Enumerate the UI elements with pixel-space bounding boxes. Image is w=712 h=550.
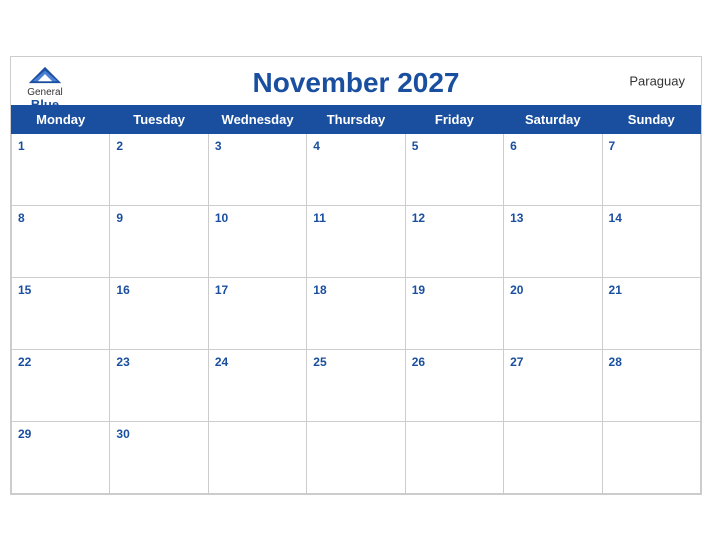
day-number-12: 12	[412, 211, 425, 225]
calendar-container: General Blue November 2027 Paraguay Mond…	[10, 56, 702, 495]
day-number-7: 7	[609, 139, 616, 153]
day-cell-10: 10	[208, 205, 306, 277]
week-row-2: 8 9 10 11 12 13 14	[12, 205, 701, 277]
day-cell-28: 28	[602, 349, 700, 421]
day-number-26: 26	[412, 355, 425, 369]
calendar-table: MondayTuesdayWednesdayThursdayFridaySatu…	[11, 105, 701, 494]
day-number-16: 16	[116, 283, 129, 297]
week-row-4: 22 23 24 25 26 27 28	[12, 349, 701, 421]
day-number-15: 15	[18, 283, 31, 297]
week-row-5: 29 30	[12, 421, 701, 493]
day-cell-19: 19	[405, 277, 503, 349]
weekday-tuesday: Tuesday	[110, 105, 208, 133]
logo-general: General	[27, 87, 63, 98]
day-number-19: 19	[412, 283, 425, 297]
day-number-21: 21	[609, 283, 622, 297]
day-number-28: 28	[609, 355, 622, 369]
day-number-11: 11	[313, 211, 326, 225]
weekday-wednesday: Wednesday	[208, 105, 306, 133]
day-cell-9: 9	[110, 205, 208, 277]
day-number-2: 2	[116, 139, 123, 153]
logo-blue: Blue	[31, 98, 59, 112]
day-cell-18: 18	[307, 277, 405, 349]
weekday-saturday: Saturday	[504, 105, 602, 133]
day-number-3: 3	[215, 139, 222, 153]
day-cell-12: 12	[405, 205, 503, 277]
day-cell-20: 20	[504, 277, 602, 349]
day-cell-5: 5	[405, 133, 503, 205]
day-number-22: 22	[18, 355, 31, 369]
day-number-23: 23	[116, 355, 129, 369]
day-number-18: 18	[313, 283, 326, 297]
logo-icon	[27, 65, 63, 85]
month-title: November 2027	[252, 67, 459, 99]
day-number-27: 27	[510, 355, 523, 369]
week-row-1: 1 2 3 4 5 6 7	[12, 133, 701, 205]
day-cell-2: 2	[110, 133, 208, 205]
day-number-25: 25	[313, 355, 326, 369]
week-row-3: 15 16 17 18 19 20 21	[12, 277, 701, 349]
day-cell-4: 4	[307, 133, 405, 205]
day-number-5: 5	[412, 139, 419, 153]
weekday-sunday: Sunday	[602, 105, 700, 133]
day-cell-8: 8	[12, 205, 110, 277]
day-number-4: 4	[313, 139, 320, 153]
day-cell-23: 23	[110, 349, 208, 421]
day-cell-26: 26	[405, 349, 503, 421]
weekday-thursday: Thursday	[307, 105, 405, 133]
day-cell-14: 14	[602, 205, 700, 277]
weekday-header-row: MondayTuesdayWednesdayThursdayFridaySatu…	[12, 105, 701, 133]
day-cell-7: 7	[602, 133, 700, 205]
day-cell-11: 11	[307, 205, 405, 277]
empty-cell	[504, 421, 602, 493]
day-number-20: 20	[510, 283, 523, 297]
day-cell-6: 6	[504, 133, 602, 205]
day-cell-16: 16	[110, 277, 208, 349]
day-cell-30: 30	[110, 421, 208, 493]
day-number-10: 10	[215, 211, 228, 225]
day-cell-3: 3	[208, 133, 306, 205]
day-cell-13: 13	[504, 205, 602, 277]
day-number-14: 14	[609, 211, 622, 225]
day-number-13: 13	[510, 211, 523, 225]
empty-cell	[208, 421, 306, 493]
day-number-6: 6	[510, 139, 517, 153]
day-number-24: 24	[215, 355, 228, 369]
weekday-friday: Friday	[405, 105, 503, 133]
day-number-1: 1	[18, 139, 25, 153]
day-number-17: 17	[215, 283, 228, 297]
day-number-30: 30	[116, 427, 129, 441]
empty-cell	[307, 421, 405, 493]
calendar-header: General Blue November 2027 Paraguay	[11, 57, 701, 105]
day-cell-17: 17	[208, 277, 306, 349]
day-cell-15: 15	[12, 277, 110, 349]
day-number-29: 29	[18, 427, 31, 441]
day-cell-25: 25	[307, 349, 405, 421]
day-cell-29: 29	[12, 421, 110, 493]
empty-cell	[405, 421, 503, 493]
day-cell-24: 24	[208, 349, 306, 421]
day-cell-22: 22	[12, 349, 110, 421]
logo-area: General Blue	[27, 65, 63, 112]
country-label: Paraguay	[629, 73, 685, 88]
day-number-8: 8	[18, 211, 25, 225]
day-number-9: 9	[116, 211, 123, 225]
empty-cell	[602, 421, 700, 493]
day-cell-21: 21	[602, 277, 700, 349]
day-cell-1: 1	[12, 133, 110, 205]
day-cell-27: 27	[504, 349, 602, 421]
